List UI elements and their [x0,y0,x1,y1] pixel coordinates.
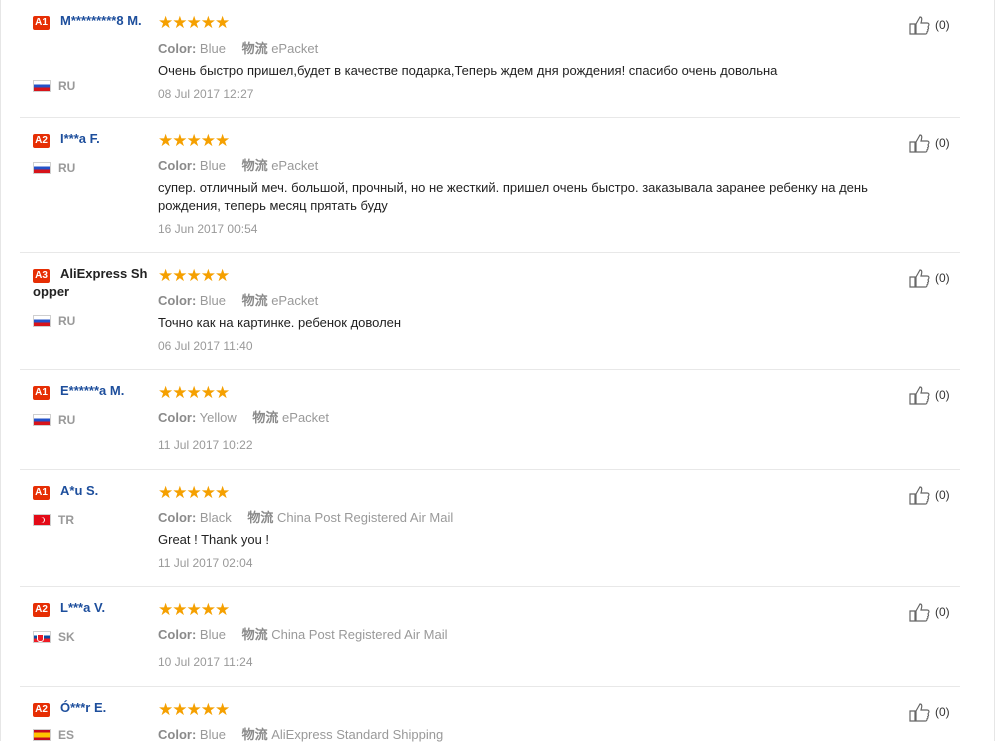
shipping-value: ePacket [271,158,319,173]
helpful-count: (0) [935,605,950,619]
reviewer-country: RU [33,413,75,427]
helpful-button[interactable]: (0) [909,385,950,405]
thumbs-up-icon [909,386,930,405]
review-date: 10 Jul 2017 11:24 [158,655,253,669]
reviewer-name-link[interactable]: A*u S. [33,482,151,500]
review-date: 11 Jul 2017 02:04 [158,556,253,570]
color-value: Blue [199,158,226,173]
thumbs-up-icon [909,603,930,622]
helpful-button[interactable]: (0) [909,15,950,35]
order-info: Color: Blue 物流 China Post Registered Air… [158,627,448,642]
reviewer-country: RU [33,314,75,328]
russia-flag-icon [33,162,51,174]
star-rating: ★★★★★ [158,131,230,150]
review-item: A2 Ó***r E. ES ★★★★★ Color: Blue 物流 AliE… [20,687,960,747]
review-item: A2 I***a F. RU ★★★★★ Color: Blue 物流 ePac… [20,118,960,253]
reviewer-name-link[interactable]: E******a M. [33,382,151,400]
shipping-value: AliExpress Standard Shipping [271,727,444,742]
reviewer-country: TR [33,513,74,527]
helpful-button[interactable]: (0) [909,133,950,153]
order-info: Color: Blue 物流 AliExpress Standard Shipp… [158,727,444,742]
review-item: A1 M*********8 M. RU ★★★★★ Color: Blue 物… [20,0,960,118]
helpful-count: (0) [935,388,950,402]
review-date: 08 Jul 2017 12:27 [158,87,254,101]
reviewer-name-link[interactable]: L***a V. [33,599,151,617]
thumbs-up-icon [909,703,930,722]
order-info: Color: Blue 物流 ePacket [158,41,319,56]
color-value: Blue [199,41,226,56]
order-info: Color: Yellow 物流 ePacket [158,410,330,425]
turkey-flag-icon [33,514,51,526]
star-rating: ★★★★★ [158,383,230,402]
helpful-button[interactable]: (0) [909,268,950,288]
review-text: Great ! Thank you ! [158,532,270,547]
russia-flag-icon [33,80,51,92]
review-text: Точно как на картинке. ребенок доволен [158,315,402,330]
star-rating: ★★★★★ [158,483,230,502]
reviewer-name-link[interactable]: Ó***r E. [33,699,151,717]
helpful-button[interactable]: (0) [909,485,950,505]
helpful-count: (0) [935,271,950,285]
order-info: Color: Blue 物流 ePacket [158,293,319,308]
thumbs-up-icon [909,486,930,505]
review-date: 16 Jun 2017 00:54 [158,222,258,236]
color-value: Yellow [199,410,237,425]
reviewer-name: AliExpress Shopper [33,266,148,299]
helpful-count: (0) [935,705,950,719]
shipping-value: China Post Registered Air Mail [276,510,454,525]
star-rating: ★★★★★ [158,266,230,285]
helpful-count: (0) [935,18,950,32]
color-value: Blue [199,727,226,742]
review-item: A1 A*u S. TR ★★★★★ Color: Black 物流 China… [20,470,960,587]
reviewer-name-link[interactable]: I***a F. [33,130,151,148]
order-info: Color: Black 物流 China Post Registered Ai… [158,510,454,525]
thumbs-up-icon [909,269,930,288]
reviewer-name-link[interactable]: M*********8 M. [33,12,151,30]
review-item: A1 E******a M. RU ★★★★★ Color: Yellow 物流… [20,370,960,470]
star-rating: ★★★★★ [158,700,230,719]
reviewer-country: RU [33,79,75,93]
helpful-count: (0) [935,136,950,150]
helpful-button[interactable]: (0) [909,602,950,622]
russia-flag-icon [33,414,51,426]
russia-flag-icon [33,315,51,327]
review-date: 11 Jul 2017 10:22 [158,438,253,452]
spain-flag-icon [33,729,51,741]
color-value: Blue [199,293,226,308]
thumbs-up-icon [909,134,930,153]
order-info: Color: Blue 物流 ePacket [158,158,319,173]
star-rating: ★★★★★ [158,600,230,619]
shipping-value: ePacket [271,41,319,56]
helpful-count: (0) [935,488,950,502]
star-rating: ★★★★★ [158,13,230,32]
color-value: Blue [199,627,226,642]
review-item: A2 L***a V. SK ★★★★★ Color: Blue 物流 Chin… [20,587,960,687]
review-date: 06 Jul 2017 11:40 [158,339,253,353]
reviewer-country: ES [33,728,74,742]
helpful-button[interactable]: (0) [909,702,950,722]
shipping-value: China Post Registered Air Mail [271,627,448,642]
review-text: Очень быстро пришел,будет в качестве под… [158,63,778,78]
reviewer-country: RU [33,161,75,175]
shipping-value: ePacket [282,410,330,425]
thumbs-up-icon [909,16,930,35]
review-list: A1 M*********8 M. RU ★★★★★ Color: Blue 物… [0,0,995,747]
review-text: супер. отличный меч. большой, прочный, н… [158,180,868,213]
slovakia-flag-icon [33,631,51,643]
reviewer-country: SK [33,630,75,644]
review-item: A3 AliExpress Shopper RU ★★★★★ Color: Bl… [20,253,960,370]
shipping-value: ePacket [271,293,319,308]
color-value: Black [199,510,232,525]
